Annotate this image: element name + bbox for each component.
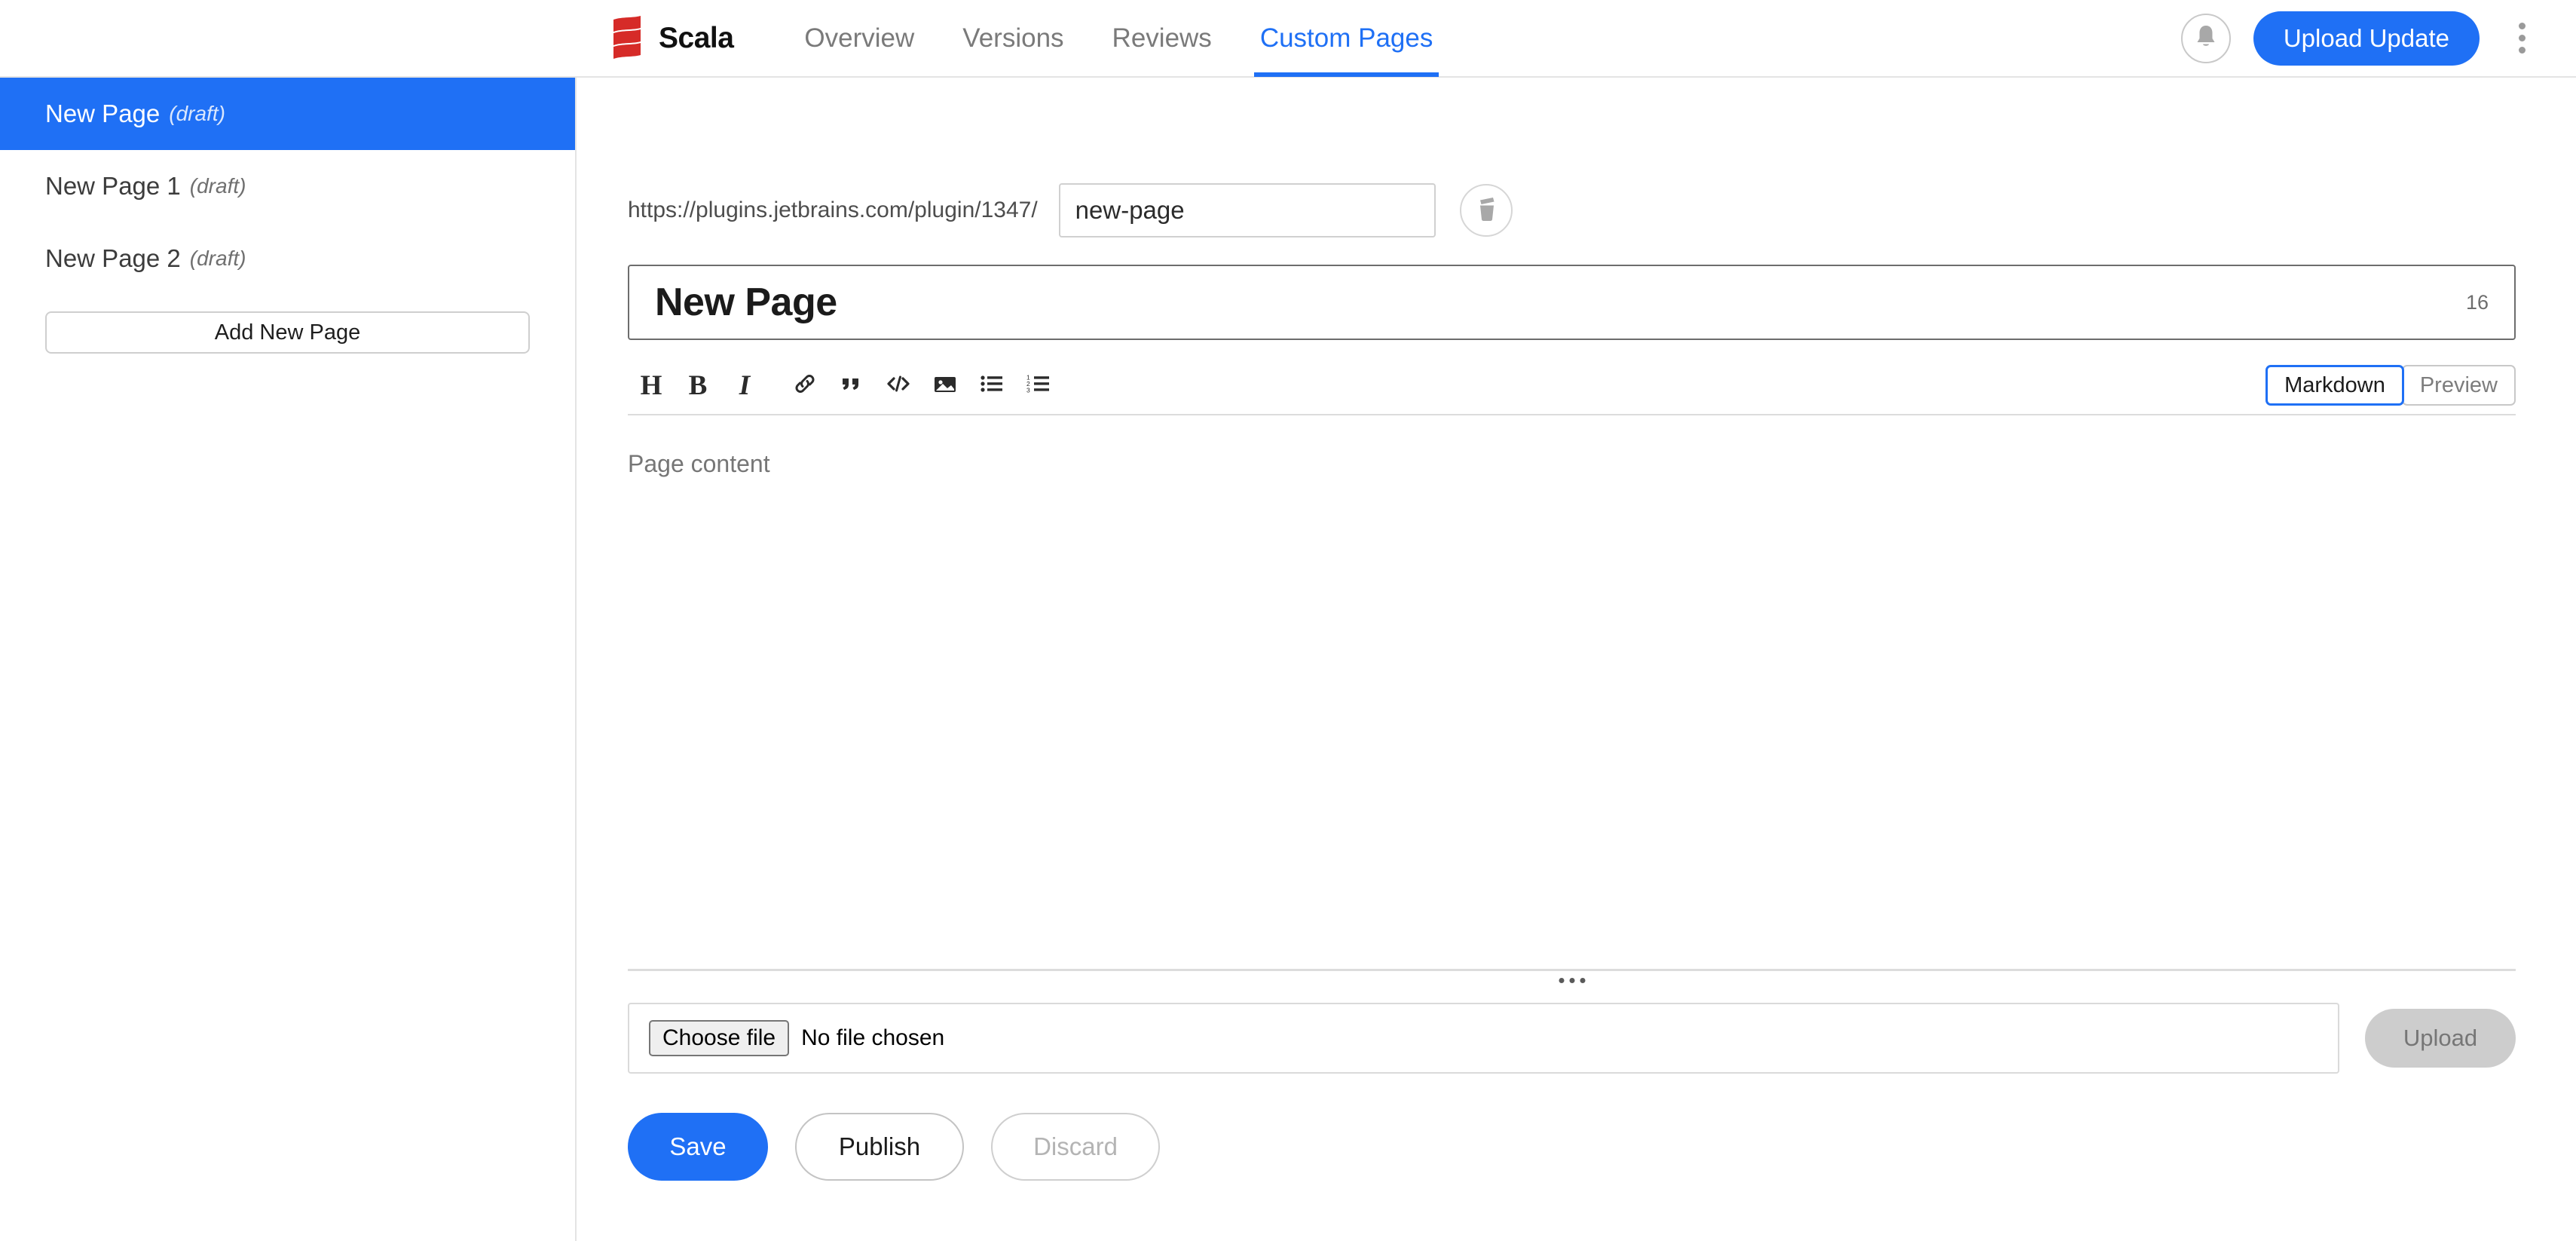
bell-icon xyxy=(2195,24,2217,52)
heading-icon: H xyxy=(640,369,662,401)
file-name-label: No file chosen xyxy=(801,1025,945,1050)
italic-icon: I xyxy=(739,369,751,401)
numbered-list-icon: 1 2 3 xyxy=(1026,373,1051,398)
upload-file-button[interactable]: Upload xyxy=(2365,1009,2516,1068)
link-icon xyxy=(793,372,817,400)
nav-tab-versions[interactable]: Versions xyxy=(938,0,1088,77)
nav-tab-custom-pages[interactable]: Custom Pages xyxy=(1236,0,1458,77)
code-icon xyxy=(886,372,911,400)
page-slug-input[interactable] xyxy=(1058,183,1436,237)
quote-button[interactable] xyxy=(830,363,873,407)
file-upload-row: Choose file No file chosen Upload xyxy=(628,1003,2516,1074)
page-title-field[interactable]: New Page 16 xyxy=(628,265,2516,340)
nav-tab-overview[interactable]: Overview xyxy=(780,0,938,77)
italic-button[interactable]: I xyxy=(723,363,766,407)
scala-logo-icon xyxy=(612,15,642,62)
page-layout: New Page (draft) New Page 1 (draft) New … xyxy=(0,78,2576,1241)
sidebar-item-label: New Page 2 xyxy=(45,244,181,272)
editor-resize-handle[interactable] xyxy=(1559,978,1585,983)
editor-placeholder: Page content xyxy=(628,450,770,477)
markdown-editor[interactable]: Page content xyxy=(628,415,2516,983)
sidebar-item-status: (draft) xyxy=(189,174,246,198)
bold-icon: B xyxy=(688,369,708,401)
kebab-dot xyxy=(2518,47,2526,54)
editor-actions: Save Publish Discard xyxy=(628,1113,2516,1181)
code-button[interactable] xyxy=(877,363,920,407)
page-url-row: https://plugins.jetbrains.com/plugin/134… xyxy=(628,78,2516,237)
app-header: Scala Overview Versions Reviews Custom P… xyxy=(0,0,2576,78)
heading-button[interactable]: H xyxy=(629,363,673,407)
sidebar-item-label: New Page 1 xyxy=(45,172,181,200)
numbered-list-button[interactable]: 1 2 3 xyxy=(1017,363,1060,407)
quote-icon xyxy=(840,372,864,400)
url-prefix-label: https://plugins.jetbrains.com/plugin/134… xyxy=(628,198,1038,222)
grip-dot xyxy=(1569,978,1574,983)
image-button[interactable] xyxy=(923,363,967,407)
publish-button[interactable]: Publish xyxy=(795,1113,964,1181)
add-new-page-button[interactable]: Add New Page xyxy=(45,311,530,354)
brand-name: Scala xyxy=(659,21,734,54)
main-nav: Overview Versions Reviews Custom Pages xyxy=(780,0,1457,77)
markdown-toolbar: H B I 1 2 3 Markdown Preview xyxy=(628,357,2516,415)
svg-text:3: 3 xyxy=(1026,386,1030,394)
editor-bottom-divider xyxy=(628,969,2516,971)
sidebar-item-status: (draft) xyxy=(169,102,225,125)
page-title-value: New Page xyxy=(655,280,837,324)
file-input-container[interactable]: Choose file No file chosen xyxy=(628,1003,2339,1074)
trash-icon xyxy=(1474,196,1498,225)
grip-dot xyxy=(1559,978,1564,983)
discard-button[interactable]: Discard xyxy=(991,1113,1160,1181)
brand: Scala xyxy=(612,15,734,62)
notifications-button[interactable] xyxy=(2180,13,2231,63)
header-actions: Upload Update xyxy=(2180,11,2576,66)
upload-update-button[interactable]: Upload Update xyxy=(2253,11,2480,66)
image-icon xyxy=(932,372,958,399)
title-char-counter: 16 xyxy=(2465,290,2489,314)
choose-file-button[interactable]: Choose file xyxy=(649,1020,790,1056)
pages-sidebar: New Page (draft) New Page 1 (draft) New … xyxy=(0,78,577,1241)
bullet-list-button[interactable] xyxy=(970,363,1014,407)
markdown-mode-button[interactable]: Markdown xyxy=(2265,365,2404,406)
sidebar-item-new-page-1[interactable]: New Page 1 (draft) xyxy=(0,150,575,222)
preview-mode-button[interactable]: Preview xyxy=(2401,365,2516,406)
editor-mode-toggle: Markdown Preview xyxy=(2265,365,2516,406)
nav-tab-reviews[interactable]: Reviews xyxy=(1088,0,1236,77)
grip-dot xyxy=(1580,978,1585,983)
link-button[interactable] xyxy=(783,363,827,407)
sidebar-item-status: (draft) xyxy=(189,247,246,270)
sidebar-item-new-page[interactable]: New Page (draft) xyxy=(0,78,575,150)
overflow-menu-button[interactable] xyxy=(2507,11,2537,66)
sidebar-item-new-page-2[interactable]: New Page 2 (draft) xyxy=(0,222,575,295)
bullet-list-icon xyxy=(980,373,1004,398)
delete-page-button[interactable] xyxy=(1459,184,1513,237)
save-button[interactable]: Save xyxy=(628,1113,768,1181)
add-page-wrapper: Add New Page xyxy=(0,295,575,354)
kebab-menu-icon xyxy=(2518,23,2526,29)
page-editor: https://plugins.jetbrains.com/plugin/134… xyxy=(577,78,2576,1241)
bold-button[interactable]: B xyxy=(676,363,720,407)
kebab-dot xyxy=(2518,35,2526,41)
sidebar-item-label: New Page xyxy=(45,100,161,127)
